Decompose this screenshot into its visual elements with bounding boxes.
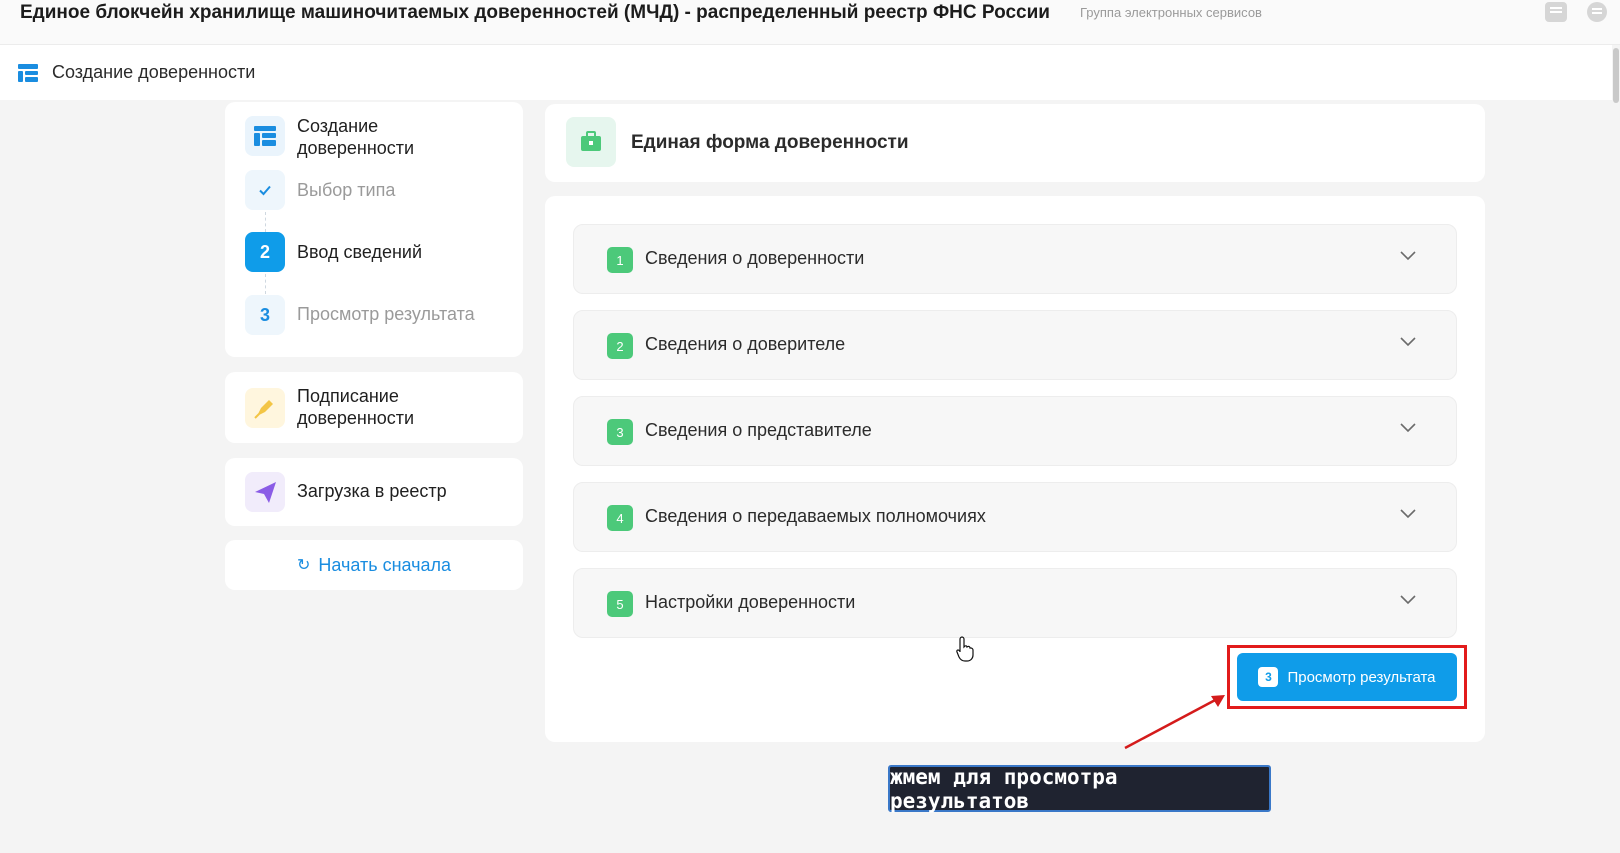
accordion-section-2[interactable]: 2 Сведения о доверителе (573, 310, 1457, 380)
accordion-section-3[interactable]: 3 Сведения о представителе (573, 396, 1457, 466)
chevron-down-icon (1400, 423, 1416, 433)
section-title: Сведения о представителе (645, 420, 872, 440)
form-header-card: Единая форма доверенности (545, 104, 1485, 182)
section-title: Сведения о доверителе (645, 334, 846, 354)
send-icon (245, 472, 285, 512)
chevron-down-icon (1400, 509, 1416, 519)
accordion-section-4[interactable]: 4 Сведения о передаваемых полномочиях (573, 482, 1457, 552)
scrollbar-thumb[interactable] (1613, 48, 1619, 103)
annotation-arrow (1124, 695, 1225, 750)
section-title: Сведения о передаваемых полномочиях (645, 506, 986, 526)
create-section-title: Создание доверенности (297, 116, 415, 158)
table-icon (18, 64, 38, 82)
step-1-label[interactable]: Выбор типа (297, 180, 395, 201)
scrollbar[interactable] (1612, 45, 1620, 853)
chevron-down-icon (1400, 251, 1416, 261)
form-title: Единая форма доверенности (631, 132, 909, 153)
section-number: 3 (607, 419, 633, 445)
upload-title: Загрузка в реестр (297, 481, 447, 501)
page-header: Создание доверенности (0, 45, 1620, 100)
step-connector (265, 274, 266, 294)
hand-cursor-icon (956, 636, 974, 662)
section-title: Настройки доверенности (645, 592, 856, 612)
restart-card[interactable]: ↻ Начать сначала (225, 540, 523, 590)
step-3-label[interactable]: Просмотр результата (297, 304, 475, 325)
app-title: Единое блокчейн хранилище машиночитаемых… (20, 2, 1050, 23)
sign-title: Подписание доверенности (297, 386, 415, 428)
briefcase-icon (566, 117, 616, 167)
restart-label: Начать сначала (318, 554, 452, 575)
step-3-badge: 3 (245, 295, 285, 335)
chat-icon[interactable] (1545, 2, 1567, 22)
top-header: Единое блокчейн хранилище машиночитаемых… (0, 0, 1620, 45)
restart-button[interactable]: ↻ Начать сначала (225, 540, 523, 590)
refresh-icon: ↻ (296, 557, 311, 574)
annotation-caption: жмем для просмотра результатов (888, 765, 1271, 813)
step-connector (265, 212, 266, 232)
page-title: Создание доверенности (52, 62, 256, 82)
chevron-down-icon (1400, 337, 1416, 347)
highlight-box (1227, 645, 1467, 709)
section-number: 2 (607, 333, 633, 359)
section-number: 4 (607, 505, 633, 531)
pen-icon (245, 388, 285, 428)
section-number: 1 (607, 247, 633, 273)
step-1-check-icon (245, 170, 285, 210)
menu-icon[interactable] (1587, 2, 1607, 22)
sign-card[interactable]: Подписание доверенности (225, 372, 523, 443)
org-name: Группа электронных сервисов (1080, 5, 1262, 20)
steps-card: Создание доверенности Выбор типа 2 Ввод … (225, 102, 523, 357)
table-icon (245, 116, 285, 156)
chevron-down-icon (1400, 595, 1416, 605)
accordion-section-1[interactable]: 1 Сведения о доверенности (573, 224, 1457, 294)
section-title: Сведения о доверенности (645, 248, 865, 268)
step-2-label[interactable]: Ввод сведений (297, 242, 422, 263)
upload-card[interactable]: Загрузка в реестр (225, 458, 523, 526)
step-2-badge: 2 (245, 232, 285, 272)
accordion-section-5[interactable]: 5 Настройки доверенности (573, 568, 1457, 638)
section-number: 5 (607, 591, 633, 617)
